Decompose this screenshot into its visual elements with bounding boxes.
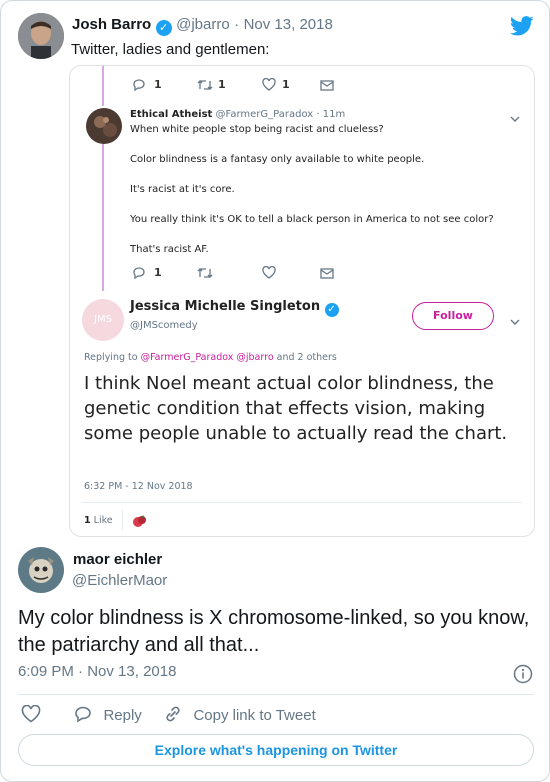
reply-count: 1 <box>154 78 162 91</box>
attached-screenshot-image[interactable]: 1 1 1 Ethical Atheist @FarmerG_Paradox ·… <box>69 65 535 537</box>
retweet-icon <box>197 267 213 282</box>
ethical-atheist-line-5: That's racist AF. <box>130 244 209 255</box>
jms-author-handle: @JMScomedy <box>130 320 198 331</box>
explore-twitter-label: Explore what's happening on Twitter <box>154 742 398 758</box>
link-icon <box>166 706 180 722</box>
ethical-atheist-handle: @FarmerG_Paradox · 11m <box>215 109 346 120</box>
outer-author-handle[interactable]: @jbarro <box>176 16 230 33</box>
heart-icon <box>262 77 276 94</box>
thread-connector-line <box>102 141 104 291</box>
outer-tweet-text: Twitter, ladies and gentlemen: <box>71 41 270 58</box>
reply-date[interactable]: Nov 13, 2018 <box>87 663 176 680</box>
dot-separator: · <box>78 663 84 680</box>
thread-connector-line <box>102 66 104 106</box>
chevron-down-icon <box>510 110 520 128</box>
message-icon <box>320 79 334 94</box>
reply-timestamp-line: 6:09 PM · Nov 13, 2018 <box>18 663 176 680</box>
reply-icon <box>75 706 91 723</box>
jms-likes-label: Like <box>93 515 113 526</box>
heart-icon <box>262 265 276 282</box>
jms-avatar-initials: JMS <box>94 314 112 325</box>
tweet-embed-card: Josh Barro ✓ @jbarro · Nov 13, 2018 Twit… <box>0 0 550 782</box>
dot-separator: · <box>234 16 240 33</box>
retweet-icon <box>197 79 213 94</box>
reply-author-name[interactable]: maor eichler <box>73 551 162 568</box>
verified-badge-icon: ✓ <box>155 20 172 36</box>
josh-barro-avatar[interactable] <box>18 13 64 59</box>
replying-suffix: and 2 others <box>273 352 337 363</box>
outer-tweet-date[interactable]: Nov 13, 2018 <box>244 16 333 33</box>
verified-badge-icon: ✓ <box>324 303 339 317</box>
screenshot-action-row-2: 1 <box>132 265 432 283</box>
replying-handles: @FarmerG_Paradox @jbarro <box>140 352 274 363</box>
replying-prefix: Replying to <box>84 352 141 363</box>
follow-button-label: Follow <box>433 309 473 322</box>
jms-tweet-text: I think Noel meant actual color blindnes… <box>84 373 508 444</box>
twitter-bird-icon[interactable] <box>509 15 534 37</box>
outer-tweet-author-line: Josh Barro ✓ @jbarro · Nov 13, 2018 <box>72 16 333 36</box>
ethical-atheist-line-3: It's racist at it's core. <box>130 184 235 195</box>
ethical-atheist-avatar <box>86 108 122 144</box>
liker-avatar <box>130 511 150 531</box>
message-icon <box>320 267 334 282</box>
jms-likes: 1 Like <box>84 515 113 526</box>
follow-button: Follow <box>412 302 494 330</box>
ethical-atheist-name: Ethical Atheist <box>130 109 213 120</box>
chevron-down-icon <box>510 313 520 331</box>
ethical-atheist-line-4: You really think it's OK to tell a black… <box>130 214 494 225</box>
jms-name-line: Jessica Michelle Singleton ✓ <box>130 299 339 317</box>
reply-tweet-text: My color blindness is X chromosome-linke… <box>18 607 530 656</box>
jms-avatar: JMS <box>82 299 124 341</box>
jms-likes-divider <box>122 510 123 530</box>
reply-icon <box>132 78 146 95</box>
ethical-atheist-header: Ethical Atheist @FarmerG_Paradox · 11m <box>130 109 345 120</box>
ethical-atheist-line-2: Color blindness is a fantasy only availa… <box>130 154 425 165</box>
like-action-heart-icon[interactable] <box>21 704 41 728</box>
copy-link-button[interactable]: Copy link to Tweet <box>163 704 316 725</box>
jms-likes-count: 1 <box>84 515 91 526</box>
copy-link-label: Copy link to Tweet <box>193 707 316 724</box>
reply-icon <box>132 266 146 283</box>
jms-timestamp: 6:32 PM - 12 Nov 2018 <box>84 481 193 492</box>
info-icon[interactable] <box>513 664 533 689</box>
reply-action-button[interactable]: Reply <box>73 704 142 725</box>
outer-author-name[interactable]: Josh Barro <box>72 16 151 33</box>
maor-eichler-avatar[interactable] <box>18 547 64 593</box>
reply-author-handle[interactable]: @EichlerMaor <box>72 572 167 589</box>
retweet-count: 1 <box>218 78 226 91</box>
reply-divider <box>18 694 534 695</box>
like-count: 1 <box>282 78 290 91</box>
reply-action-label: Reply <box>103 707 142 724</box>
ethical-atheist-line-1: When white people stop being racist and … <box>130 124 384 135</box>
replying-to-line: Replying to @FarmerG_Paradox @jbarro and… <box>84 352 337 363</box>
jms-divider <box>82 502 522 503</box>
reply-count: 1 <box>154 266 162 279</box>
screenshot-action-row-1: 1 1 1 <box>132 77 432 95</box>
explore-twitter-button[interactable]: Explore what's happening on Twitter <box>18 734 534 766</box>
jms-author-name: Jessica Michelle Singleton <box>130 299 321 314</box>
reply-time[interactable]: 6:09 PM <box>18 663 74 680</box>
